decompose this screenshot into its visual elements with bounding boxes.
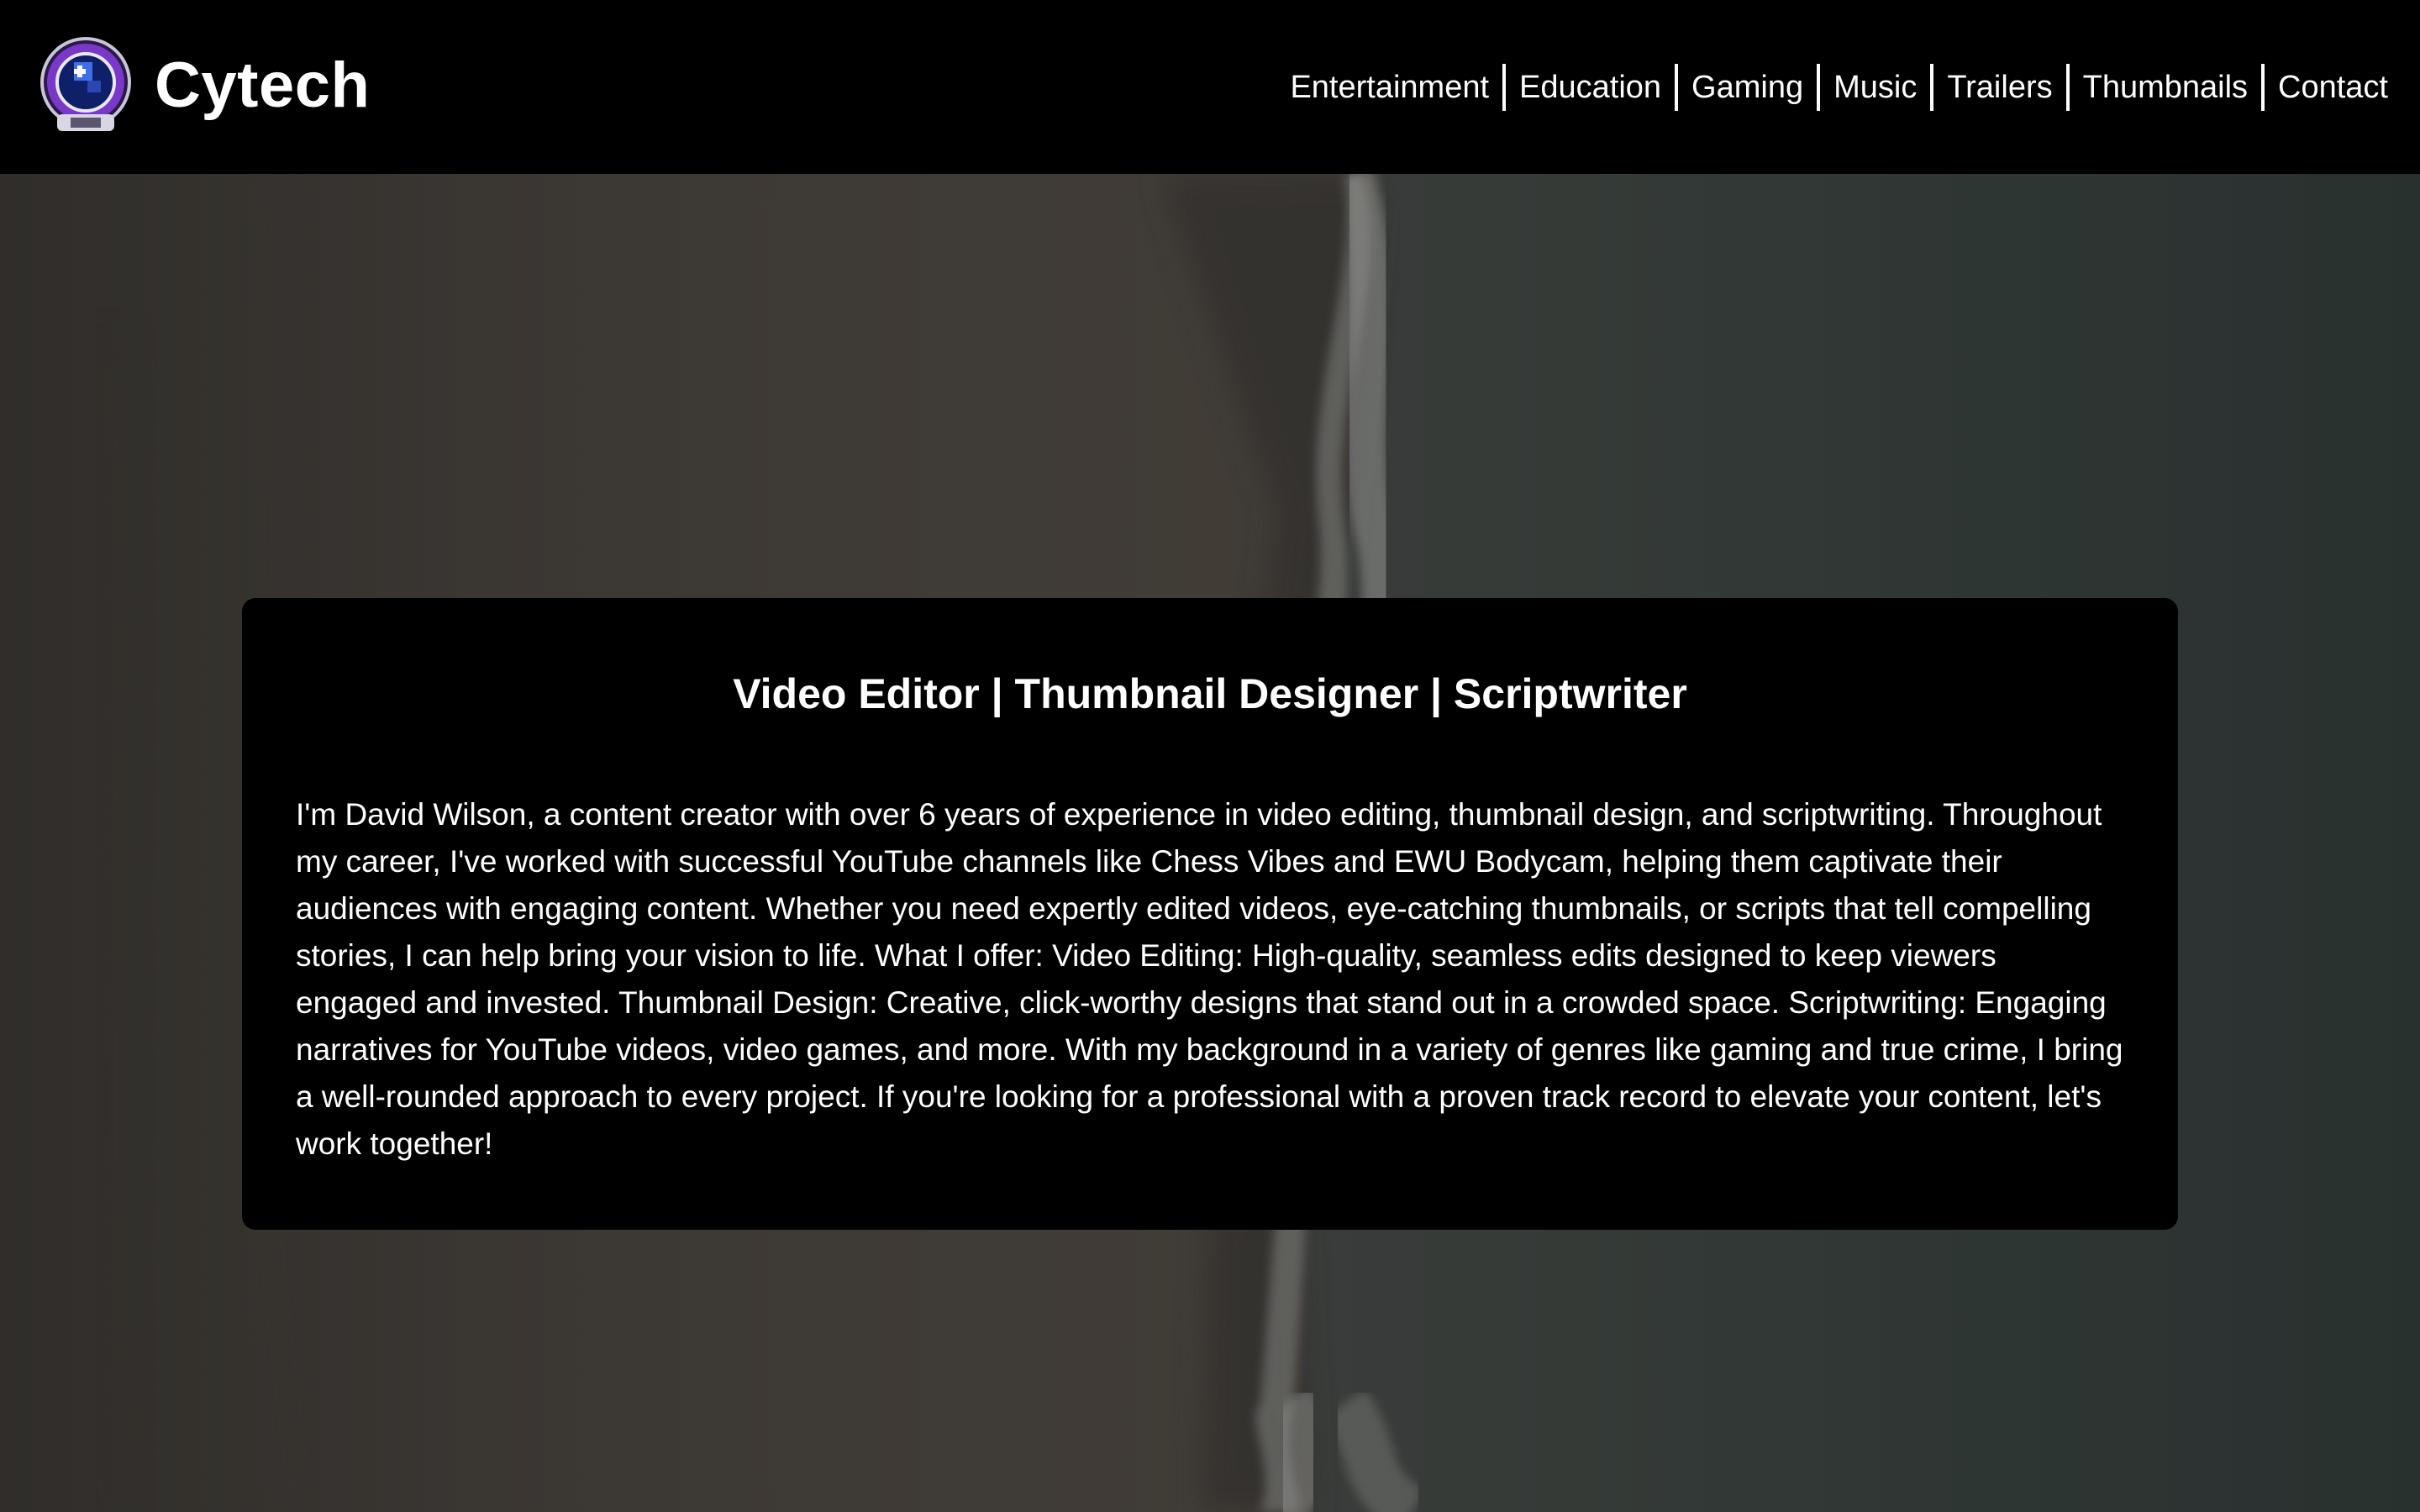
nav-item-education[interactable]: Education <box>1506 60 1675 114</box>
nav-item-trailers[interactable]: Trailers <box>1933 60 2065 114</box>
page: Cytech Entertainment Education Gaming Mu… <box>0 0 2420 1512</box>
nav-item-music[interactable]: Music <box>1820 60 1930 114</box>
card-title: Video Editor | Thumbnail Designer | Scri… <box>733 670 1687 717</box>
astronaut-helmet-icon[interactable] <box>40 34 131 139</box>
site-header: Cytech Entertainment Education Gaming Mu… <box>0 0 2420 174</box>
main-nav: Entertainment Education Gaming Music Tra… <box>1276 60 2402 114</box>
about-card: Video Editor | Thumbnail Designer | Scri… <box>242 598 2178 1230</box>
nav-item-thumbnails[interactable]: Thumbnails <box>2070 60 2261 114</box>
nav-item-contact[interactable]: Contact <box>2265 60 2402 114</box>
nav-item-gaming[interactable]: Gaming <box>1678 60 1817 114</box>
brand-name[interactable]: Cytech <box>155 47 370 124</box>
nav-item-entertainment[interactable]: Entertainment <box>1276 60 1502 114</box>
card-body-text: I'm David Wilson, a content creator with… <box>296 797 2123 1161</box>
